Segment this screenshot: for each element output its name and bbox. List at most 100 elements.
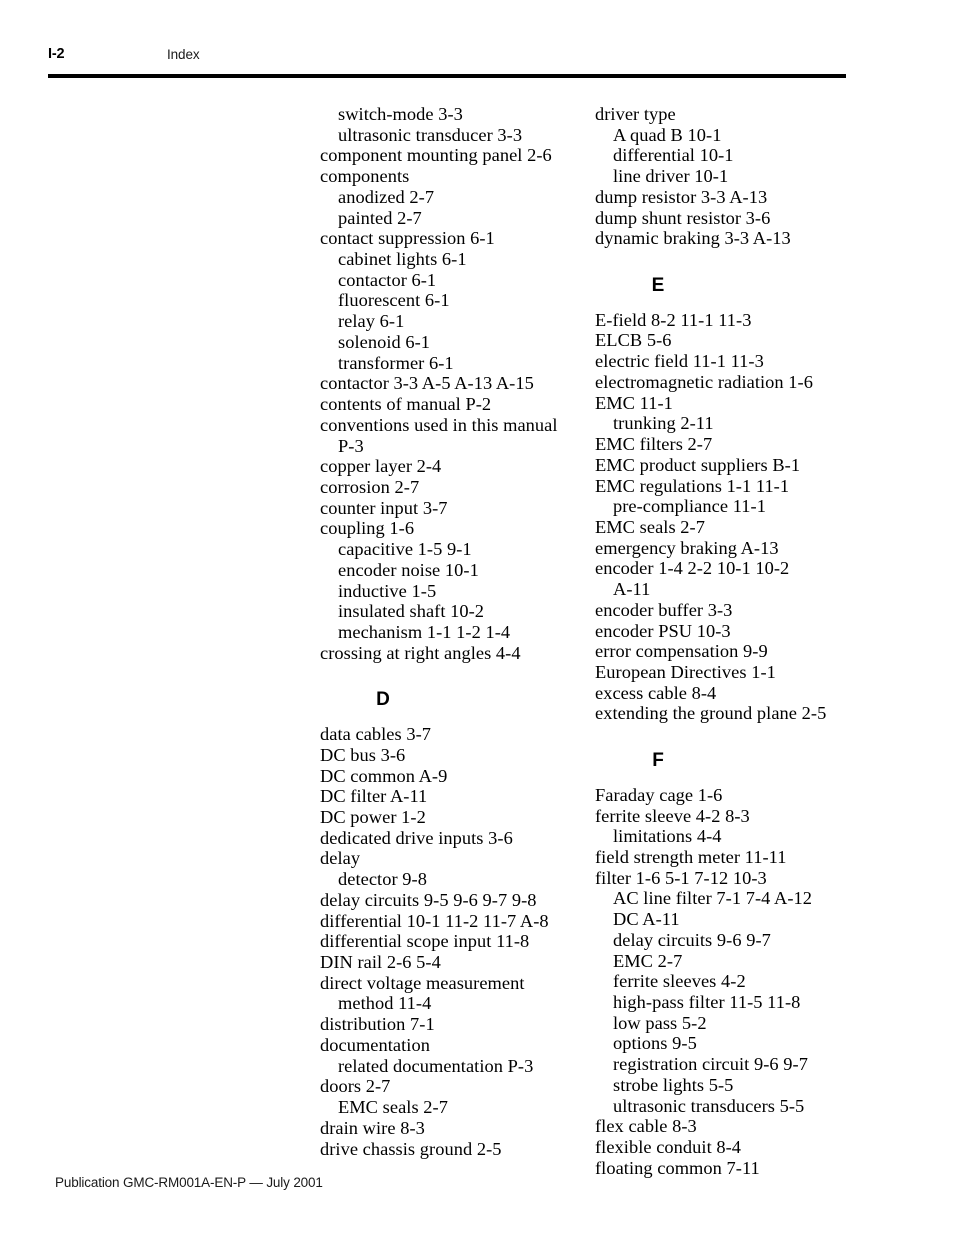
index-subentry: line driver 10-1 [613,166,729,187]
index-entry: E-field 8-2 11-1 11-3 [595,309,752,330]
index-entry: contactor 3-3 A-5 A-13 A-15 [320,373,534,394]
index-entry: delay circuits 9-5 9-6 9-7 9-8 [320,889,537,910]
index-entry: data cables 3-7 [320,724,432,745]
index-entry: drive chassis ground 2-5 [320,1138,502,1159]
index-entry: floating common 7-11 [595,1157,760,1178]
index-subentry: transformer 6-1 [338,352,454,373]
index-entry: European Directives 1-1 [595,661,776,682]
page-number: I-2 [48,46,65,62]
index-entry: dump shunt resistor 3-6 [595,207,771,228]
index-entry: flex cable 8-3 [595,1116,697,1137]
index-subentry: fluorescent 6-1 [338,290,450,311]
index-entry: coupling 1-6 [320,518,415,539]
index-subentry: registration circuit 9-6 9-7 [613,1054,808,1075]
index-subentry: painted 2-7 [338,207,422,228]
index-subentry: solenoid 6-1 [338,331,431,352]
index-subentry: limitations 4-4 [613,826,722,847]
index-entry: dump resistor 3-3 A-13 [595,186,768,207]
index-entry: drain wire 8-3 [320,1117,425,1138]
index-subentry: encoder noise 10-1 [338,559,479,580]
index-entry-continuation: method 11-4 [338,993,432,1014]
index-entry: documentation [320,1034,430,1055]
header-divider-rule [48,74,846,78]
index-subentry: DC A-11 [613,909,680,930]
index-entry: delay [320,848,361,869]
index-entry: ferrite sleeve 4-2 8-3 [595,805,750,826]
index-entry-continuation: A-11 [613,579,651,600]
index-entry: copper layer 2-4 [320,456,442,477]
index-entry: DC power 1-2 [320,807,426,827]
index-entry: crossing at right angles 4-4 [320,642,521,663]
index-subentry: EMC seals 2-7 [338,1097,448,1118]
index-subentry: mechanism 1-1 1-2 1-4 [338,621,511,642]
index-entry: components [320,166,410,187]
index-section-letter-d: D [376,689,390,711]
index-subentry: related documentation P-3 [338,1055,534,1076]
index-subentry: relay 6-1 [338,311,405,332]
index-entry: emergency braking A-13 [595,537,779,558]
index-column-right: driver type A quad B 10-1 differential 10-… [595,104,867,1179]
index-entry: dedicated drive inputs 3-6 [320,827,513,848]
index-entry: contents of manual P-2 [320,394,492,415]
index-entry: DIN rail 2-6 5-4 [320,952,441,973]
index-entry: filter 1-6 5-1 7-12 10-3 [595,867,767,888]
index-entry: distribution 7-1 [320,1014,435,1035]
index-entry: encoder 1-4 2-2 10-1 10-2 [595,558,790,579]
index-subentry: ultrasonic transducers 5-5 [613,1095,805,1116]
index-entry: differential scope input 11-8 [320,931,530,952]
index-section-letter-f: F [652,750,664,772]
index-section-letter-e: E [651,275,665,297]
index-subentry: options 9-5 [613,1033,697,1054]
index-entry: DC bus 3-6 [320,744,406,765]
index-entry: EMC regulations 1-1 11-1 [595,475,790,496]
index-entry-continuation: P-3 [338,435,364,456]
index-subentry: low pass 5-2 [613,1012,707,1033]
index-subentry: inductive 1-5 [338,580,437,601]
index-subentry: high-pass filter 11-5 11-8 [613,992,801,1013]
index-subentry: insulated shaft 10-2 [338,601,485,622]
index-entry: counter input 3-7 [320,497,448,518]
index-subentry: contactor 6-1 [338,269,437,290]
index-entry: encoder buffer 3-3 [595,599,733,620]
index-entry: EMC seals 2-7 [595,516,705,537]
index-subentry: ultrasonic transducer 3-3 [338,124,523,145]
index-subentry: AC line filter 7-1 7-4 A-12 [613,888,813,909]
index-subentry: pre-compliance 11-1 [613,496,766,517]
index-entry: contact suppression 6-1 [320,228,495,249]
index-entry: Faraday cage 1-6 [595,784,723,805]
index-subentry: strobe lights 5-5 [613,1074,734,1095]
index-column-left: switch-mode 3-3 ultrasonic transducer 3-3… [320,104,592,1159]
index-entry: differential 10-1 11-2 11-7 A-8 [320,910,549,931]
index-entry: extending the ground plane 2-5 [595,703,827,724]
index-entry: component mounting panel 2-6 [320,145,552,166]
index-entry: corrosion 2-7 [320,476,420,497]
index-entry: encoder PSU 10-3 [595,620,731,641]
index-subentry: anodized 2-7 [338,186,435,207]
index-subentry: delay circuits 9-6 9-7 [613,929,771,950]
index-subentry: A quad B 10-1 [613,124,722,145]
index-entry: EMC 11-1 [595,392,673,413]
index-entry: EMC filters 2-7 [595,434,713,455]
index-entry: doors 2-7 [320,1076,391,1097]
index-entry: driver type [595,104,676,124]
index-entry: excess cable 8-4 [595,682,717,703]
index-subentry: differential 10-1 [613,145,734,166]
page-header: I-2 Index [48,46,846,72]
index-entry: dynamic braking 3-3 A-13 [595,228,791,249]
index-entry: conventions used in this manual [320,414,558,435]
index-subentry: capacitive 1-5 9-1 [338,539,472,560]
index-subentry: ferrite sleeves 4-2 [613,971,746,992]
index-entry: flexible conduit 8-4 [595,1137,742,1158]
index-subentry: switch-mode 3-3 [338,104,463,124]
index-entry: error compensation 9-9 [595,641,768,662]
index-subentry: detector 9-8 [338,869,427,890]
index-entry: DC common A-9 [320,765,448,786]
index-subentry: EMC 2-7 [613,950,683,971]
index-entry: electromagnetic radiation 1-6 [595,371,813,392]
